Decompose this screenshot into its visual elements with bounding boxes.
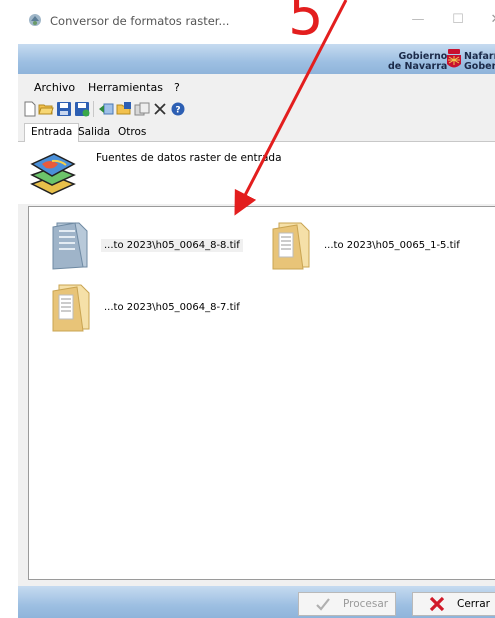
minimize-button[interactable]: — — [406, 10, 430, 30]
add-folder-icon[interactable] — [116, 101, 132, 117]
open-folder-icon[interactable] — [38, 101, 54, 117]
close-x-icon — [429, 596, 445, 612]
toolbar-separator — [93, 101, 94, 117]
tab-strip: Entrada Salida Otros — [18, 122, 495, 142]
brand-banner: Gobierno de Navarra Nafarro Gobern — [18, 44, 495, 74]
file-item[interactable]: ...to 2023\h05_0064_8-7.tif — [49, 279, 240, 339]
file-item[interactable]: ...to 2023\h05_0065_1-5.tif — [269, 217, 469, 277]
file-label: ...to 2023\h05_0064_8-7.tif — [104, 302, 240, 313]
file-list-panel[interactable]: ...to 2023\h05_0064_8-8.tif ...to 2023\h… — [28, 206, 495, 580]
close-window-button[interactable]: ✕ — [484, 10, 495, 30]
maximize-button[interactable]: ☐ — [446, 10, 470, 30]
checkmark-icon — [316, 598, 330, 611]
help-icon[interactable]: ? — [170, 101, 186, 117]
menu-bar: Archivo Herramientas ? — [18, 79, 495, 97]
delete-icon[interactable] — [152, 101, 168, 117]
process-button[interactable]: Procesar — [298, 592, 396, 616]
import-icon[interactable] — [98, 101, 114, 117]
save-icon[interactable] — [56, 101, 72, 117]
file-item[interactable]: ...to 2023\h05_0064_8-8.tif — [49, 217, 243, 277]
title-bar: Conversor de formatos raster... — ☐ ✕ — [18, 0, 495, 44]
menu-herramientas[interactable]: Herramientas — [88, 81, 163, 94]
window-title: Conversor de formatos raster... — [50, 14, 230, 28]
folder-file-icon — [52, 284, 90, 332]
tab-otros[interactable]: Otros — [112, 124, 152, 140]
raster-file-icon — [52, 222, 88, 270]
background-strip — [0, 0, 18, 618]
brand-logo-text: Gobierno de Navarra — [388, 51, 448, 72]
export-icon[interactable] — [134, 101, 150, 117]
folder-file-icon — [272, 222, 310, 270]
app-icon — [29, 14, 41, 26]
tab-entrada[interactable]: Entrada — [24, 123, 80, 142]
menu-archivo[interactable]: Archivo — [34, 81, 75, 94]
close-button[interactable]: Cerrar — [412, 592, 495, 616]
bottom-bar: Procesar Cerrar — [18, 586, 495, 618]
navarra-crest-icon — [447, 49, 461, 68]
tab-salida[interactable]: Salida — [72, 124, 116, 140]
new-icon[interactable] — [22, 101, 38, 117]
header-title: Fuentes de datos raster de entrada — [96, 152, 282, 164]
menu-help[interactable]: ? — [174, 81, 180, 94]
brand-logo-text-eu: Nafarro Gobern — [464, 51, 495, 72]
file-label: ...to 2023\h05_0064_8-8.tif — [101, 239, 243, 252]
raster-layers-icon — [30, 153, 76, 195]
app-window: Conversor de formatos raster... — ☐ ✕ Go… — [18, 0, 495, 618]
save-as-icon[interactable] — [74, 101, 90, 117]
file-label: ...to 2023\h05_0065_1-5.tif — [324, 240, 460, 251]
input-header: Fuentes de datos raster de entrada — [18, 142, 495, 204]
toolbar: ? — [18, 98, 495, 120]
svg-text:?: ? — [175, 106, 180, 116]
